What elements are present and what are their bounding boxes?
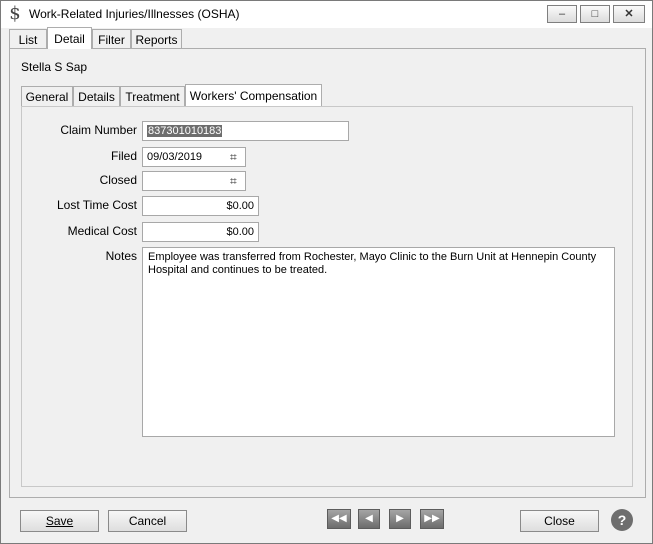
close-window-button[interactable]: ✕ <box>613 5 645 23</box>
medical-cost-label: Medical Cost <box>67 224 137 238</box>
help-icon[interactable]: ? <box>611 509 633 531</box>
previous-record-button[interactable]: ◀ <box>358 509 380 529</box>
lost-time-cost-field[interactable]: $0.00 <box>142 196 259 216</box>
tab-reports[interactable]: Reports <box>131 29 182 49</box>
last-record-button[interactable]: ▶▶ <box>420 509 444 529</box>
tab-details[interactable]: Details <box>73 86 120 106</box>
workers-compensation-panel: Claim Number 837301010183 Filed 09/03/20… <box>21 106 633 487</box>
tab-list[interactable]: List <box>9 29 47 49</box>
notes-textarea[interactable]: Employee was transferred from Rochester,… <box>142 247 615 437</box>
maximize-button[interactable]: □ <box>580 5 610 23</box>
notes-label: Notes <box>105 249 137 263</box>
claim-number-field[interactable]: 837301010183 <box>142 121 349 141</box>
tab-treatment[interactable]: Treatment <box>120 86 185 106</box>
tab-workers-compensation[interactable]: Workers' Compensation <box>185 84 322 106</box>
filed-date-field[interactable]: 09/03/2019 ⌗ <box>142 147 246 167</box>
employee-name: Stella S Sap <box>21 60 88 74</box>
closed-label: Closed <box>99 173 137 187</box>
window-title: Work-Related Injuries/Illnesses (OSHA) <box>29 7 240 21</box>
cancel-button[interactable]: Cancel <box>108 510 187 532</box>
tab-general[interactable]: General <box>21 86 73 106</box>
claim-number-label: Claim Number <box>60 123 137 137</box>
detail-panel: Stella S Sap General Details Treatment W… <box>9 48 646 498</box>
closed-date-field[interactable]: ⌗ <box>142 171 246 191</box>
next-record-button[interactable]: ▶ <box>389 509 411 529</box>
tab-filter[interactable]: Filter <box>92 29 131 49</box>
close-button[interactable]: Close <box>520 510 599 532</box>
lost-time-cost-label: Lost Time Cost <box>56 198 137 212</box>
calendar-icon[interactable]: ⌗ <box>230 151 242 163</box>
save-button[interactable]: Save <box>20 510 99 532</box>
filed-label: Filed <box>110 149 137 163</box>
medical-cost-field[interactable]: $0.00 <box>142 222 259 242</box>
save-button-label: Save <box>45 514 74 528</box>
title-bar: $ Work-Related Injuries/Illnesses (OSHA)… <box>1 1 652 28</box>
calendar-icon[interactable]: ⌗ <box>230 175 242 187</box>
minimize-button[interactable]: – <box>547 5 577 23</box>
claim-number-value: 837301010183 <box>147 125 223 137</box>
window: $ Work-Related Injuries/Illnesses (OSHA)… <box>0 0 653 544</box>
first-record-button[interactable]: ◀◀ <box>327 509 351 529</box>
dollar-icon: $ <box>9 3 21 24</box>
filed-date-value: 09/03/2019 <box>147 151 203 163</box>
tab-detail[interactable]: Detail <box>47 27 92 49</box>
